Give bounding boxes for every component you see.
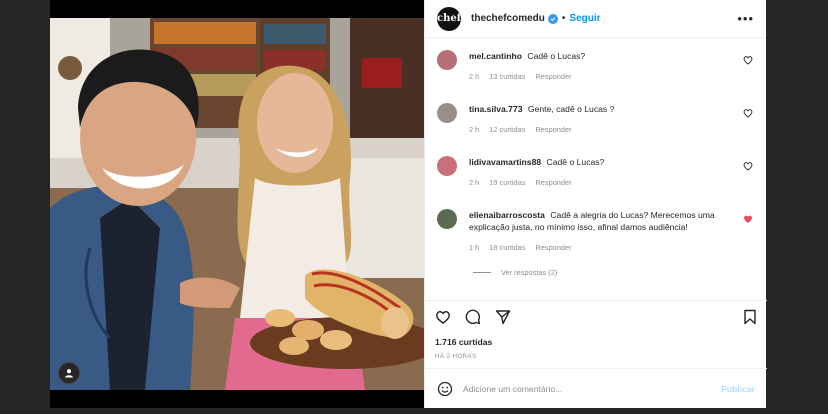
comment-likes[interactable]: 13 curtidas [489, 72, 525, 81]
post-timestamp: HÁ 2 HORAS [435, 353, 477, 360]
author-username[interactable]: thechefcomedu [471, 13, 545, 24]
photo-letterbox-top [50, 0, 424, 18]
commenter-avatar[interactable] [437, 209, 457, 229]
comment-time: 2 h [469, 178, 480, 187]
more-options-icon[interactable]: ••• [737, 11, 754, 26]
verified-badge-icon [547, 13, 558, 24]
comment-text: lidivavamartins88 Cadê o Lucas? [469, 157, 605, 167]
add-comment-bar: Publicar [425, 368, 767, 408]
tagged-users-button[interactable] [58, 362, 80, 384]
comment: tina.silva.773 Gente, cadê o Lucas ? 2 h… [437, 103, 755, 134]
reply-button[interactable]: Responder [535, 243, 571, 252]
comment-input[interactable] [463, 383, 722, 394]
comment-time: 1 h [469, 243, 480, 252]
comment-time: 2 h [469, 125, 480, 134]
comment-likes[interactable]: 18 curtidas [489, 243, 525, 252]
comments-list[interactable]: mel.cantinho Cadê o Lucas? 2 h 13 curtid… [425, 38, 767, 300]
replies-divider [473, 272, 491, 273]
like-heart-icon[interactable] [435, 309, 451, 325]
follow-button[interactable]: Seguir [569, 13, 600, 24]
comment-likes[interactable]: 19 curtidas [489, 178, 525, 187]
comment-text: elienaibarroscosta Cadê a alegria do Luc… [469, 210, 715, 232]
comment-likes[interactable]: 12 curtidas [489, 125, 525, 134]
comment-text: tina.silva.773 Gente, cadê o Lucas ? [469, 104, 615, 114]
post-photo[interactable] [50, 0, 424, 408]
commenter-username[interactable]: lidivavamartins88 [469, 157, 541, 167]
photo-letterbox-bottom [50, 390, 424, 408]
commenter-username[interactable]: mel.cantinho [469, 51, 522, 61]
view-replies-label: Ver respostas (2) [501, 268, 558, 277]
commenter-username[interactable]: tina.silva.773 [469, 104, 523, 114]
comment: mel.cantinho Cadê o Lucas? 2 h 13 curtid… [437, 50, 755, 81]
emoji-icon[interactable] [437, 381, 453, 397]
comment-bubble-icon[interactable] [465, 309, 481, 325]
reply-button[interactable]: Responder [535, 125, 571, 134]
likes-count[interactable]: 1.716 curtidas [435, 337, 757, 347]
post-modal: chef thechefcomedu • Seguir ••• mel.cant… [50, 0, 767, 408]
reply-button[interactable]: Responder [535, 178, 571, 187]
view-replies-button[interactable]: Ver respostas (2) [473, 268, 755, 277]
publish-button[interactable]: Publicar [721, 384, 755, 394]
post-header: chef thechefcomedu • Seguir ••• [425, 0, 766, 38]
separator-dot: • [561, 13, 566, 24]
commenter-username[interactable]: elienaibarroscosta [469, 210, 545, 220]
user-icon [65, 369, 73, 378]
reply-button[interactable]: Responder [535, 72, 571, 81]
comment: lidivavamartins88 Cadê o Lucas? 2 h 19 c… [437, 156, 755, 187]
post-details-panel: chef thechefcomedu • Seguir ••• mel.cant… [424, 0, 767, 408]
comment: elienaibarroscosta Cadê a alegria do Luc… [437, 209, 755, 252]
commenter-avatar[interactable] [437, 156, 457, 176]
comment-text: mel.cantinho Cadê o Lucas? [469, 51, 586, 61]
author-avatar[interactable]: chef [437, 6, 461, 31]
heart-icon-liked[interactable] [743, 214, 753, 224]
share-paper-plane-icon[interactable] [495, 309, 511, 325]
heart-icon[interactable] [743, 108, 753, 118]
commenter-avatar[interactable] [437, 50, 457, 70]
heart-icon[interactable] [743, 161, 753, 171]
bookmark-icon[interactable] [743, 309, 757, 325]
commenter-avatar[interactable] [437, 103, 457, 123]
heart-icon[interactable] [743, 55, 753, 65]
comment-time: 2 h [469, 72, 480, 81]
post-image [50, 18, 424, 390]
